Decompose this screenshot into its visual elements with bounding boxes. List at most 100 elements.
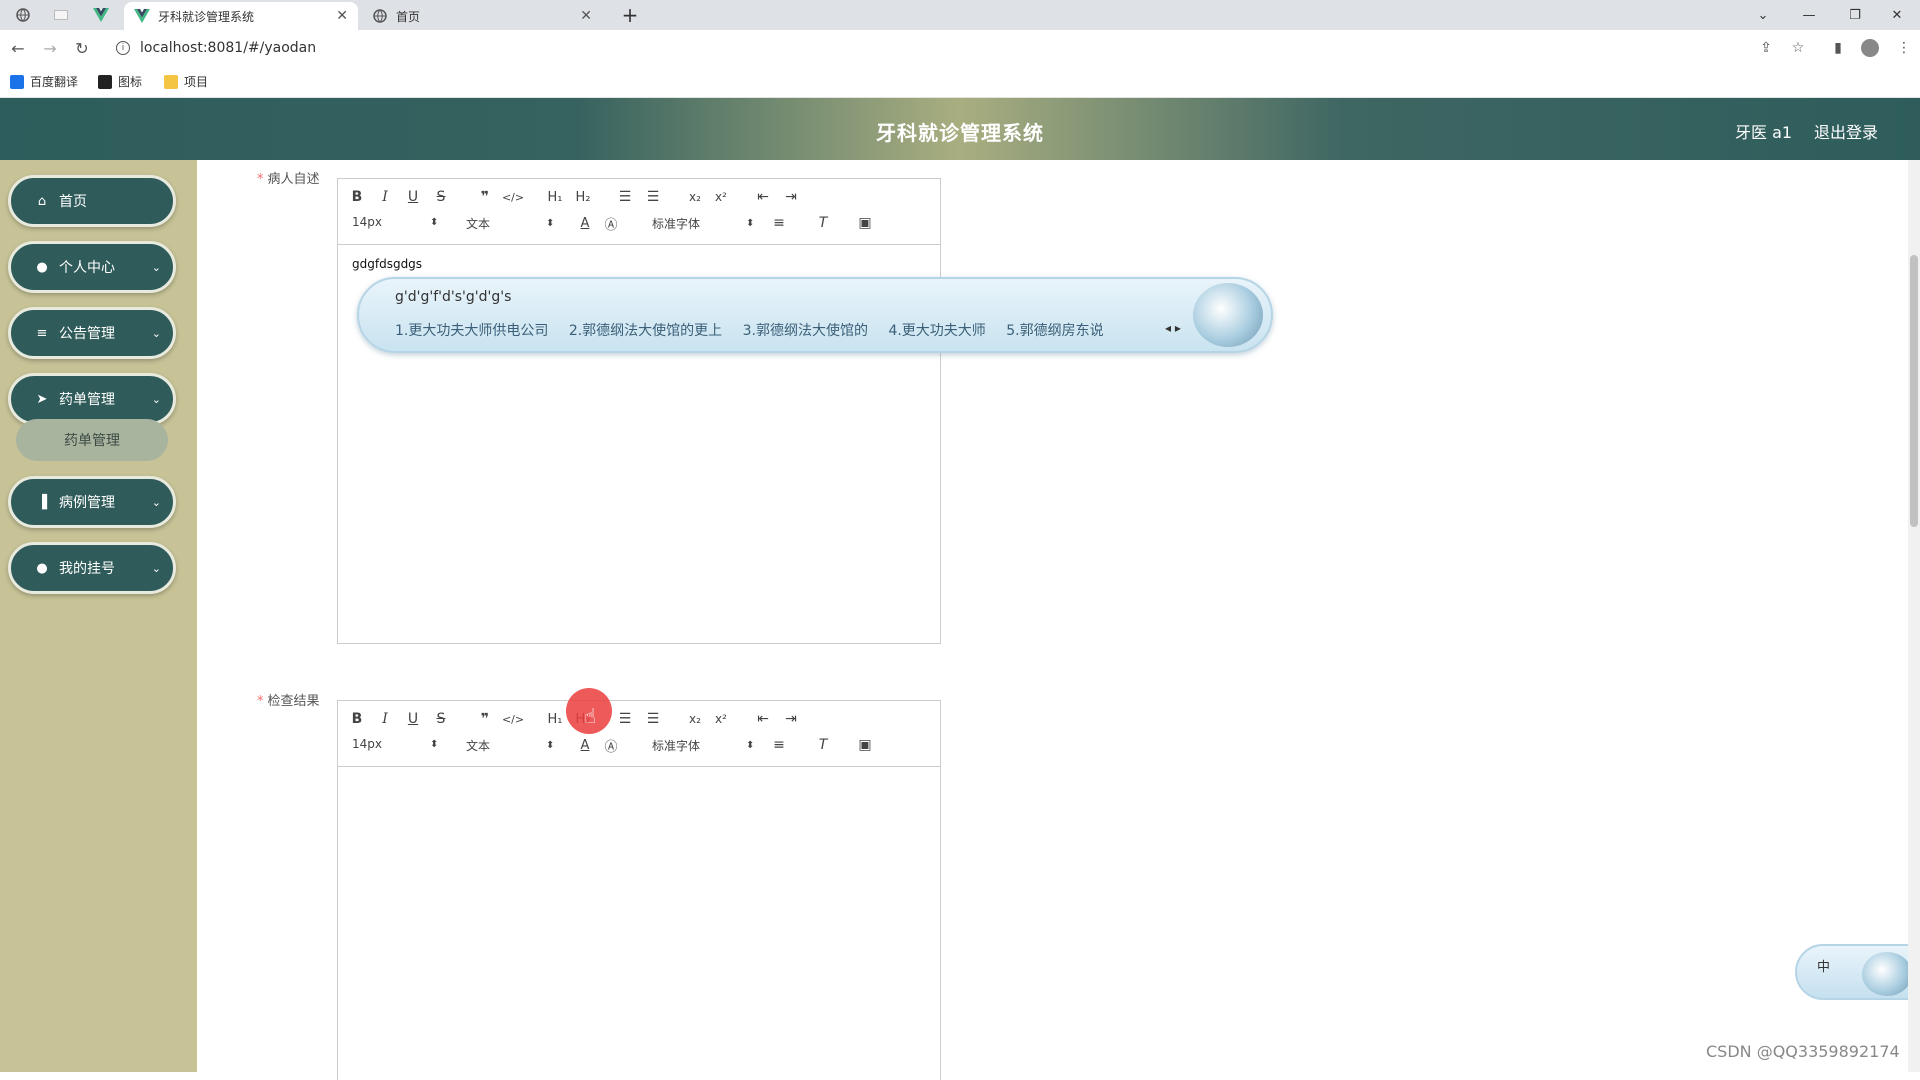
- h2-icon[interactable]: H₂: [572, 187, 594, 207]
- profile-icon[interactable]: [1860, 38, 1880, 58]
- italic-icon[interactable]: I: [374, 187, 396, 207]
- sidebar-item-prescriptions[interactable]: ➤ 药单管理 ⌄: [8, 373, 176, 425]
- text-color-icon[interactable]: A: [574, 213, 596, 233]
- scrollbar-thumb[interactable]: [1910, 255, 1918, 527]
- info-icon[interactable]: i: [116, 41, 130, 55]
- bar-chart-icon: ▐: [37, 494, 47, 510]
- tab-home[interactable]: 首页 ✕: [362, 2, 602, 30]
- font-size-select[interactable]: 14px ⬍: [352, 215, 438, 229]
- pinned-tab-globe[interactable]: [8, 0, 38, 30]
- logout-link[interactable]: 退出登录: [1814, 119, 1878, 143]
- image-icon[interactable]: ▣: [854, 735, 876, 755]
- pinned-tab-vue[interactable]: [86, 0, 116, 30]
- sidebar-item-home[interactable]: ⌂ 首页: [8, 175, 176, 227]
- sidebar-item-personal-center[interactable]: ● 个人中心 ⌄: [8, 241, 176, 293]
- sidebar-subitem-prescriptions[interactable]: 药单管理: [16, 419, 168, 461]
- sidebar-item-cases[interactable]: ▐ 病例管理 ⌄: [8, 476, 176, 528]
- ime-candidate[interactable]: 4.更大功夫大师: [888, 323, 985, 339]
- bookmark-icons[interactable]: 图标: [98, 73, 142, 90]
- ordered-list-icon[interactable]: ☰: [614, 187, 636, 207]
- send-icon: ➤: [36, 391, 48, 407]
- field-label-exam-result: * 检查结果: [257, 694, 320, 709]
- indent-icon[interactable]: ⇥: [780, 709, 802, 729]
- close-window-icon[interactable]: ✕: [1874, 0, 1920, 30]
- page-scrollbar[interactable]: [1908, 160, 1920, 1072]
- rich-text-editor-exam-result[interactable]: B I U S ❞ </> H₁ H₂ ☰ ☰ x₂ x² ⇤ ⇥ 14px⬍ …: [337, 700, 941, 1080]
- strike-icon[interactable]: S: [430, 187, 452, 207]
- menu-kebab-icon[interactable]: ⋮: [1894, 38, 1914, 58]
- minimize-icon[interactable]: —: [1786, 0, 1832, 30]
- h1-icon[interactable]: H₁: [544, 187, 566, 207]
- star-icon[interactable]: ☆: [1788, 38, 1808, 58]
- outdent-icon[interactable]: ⇤: [752, 709, 774, 729]
- ime-candidate[interactable]: 3.郭德纲法大使馆的: [743, 323, 868, 339]
- italic-icon[interactable]: I: [374, 709, 396, 729]
- sidebar-item-announcements[interactable]: ≡ 公告管理 ⌄: [8, 307, 176, 359]
- tab-title: 首页: [396, 9, 421, 24]
- outdent-icon[interactable]: ⇤: [752, 187, 774, 207]
- chevron-down-icon: ⌄: [151, 561, 161, 575]
- header-format-select[interactable]: 文本 ⬍: [466, 215, 554, 232]
- location-icon: ●: [36, 560, 48, 576]
- new-tab-button[interactable]: +: [616, 2, 644, 28]
- bookmark-project[interactable]: 项目: [164, 73, 208, 90]
- font-family-select[interactable]: 标准字体 ⬍: [652, 737, 754, 754]
- bold-icon[interactable]: B: [346, 187, 368, 207]
- image-icon[interactable]: ▣: [854, 213, 876, 233]
- ime-page-arrows-icon[interactable]: ◂ ▸: [1165, 321, 1181, 335]
- side-panel-icon[interactable]: ▮: [1828, 38, 1848, 58]
- list-icon: ≡: [36, 325, 48, 341]
- bold-icon[interactable]: B: [346, 709, 368, 729]
- ordered-list-icon[interactable]: ☰: [614, 709, 636, 729]
- editor-content[interactable]: [338, 767, 940, 791]
- underline-icon[interactable]: U: [402, 709, 424, 729]
- ime-candidate[interactable]: 2.郭德纲法大使馆的更上: [569, 323, 722, 339]
- bullet-list-icon[interactable]: ☰: [642, 709, 664, 729]
- subscript-icon[interactable]: x₂: [684, 187, 706, 207]
- underline-icon[interactable]: U: [402, 187, 424, 207]
- close-icon[interactable]: ✕: [580, 8, 592, 24]
- tab-search-chevron-icon[interactable]: ⌄: [1740, 0, 1786, 30]
- superscript-icon[interactable]: x²: [710, 187, 732, 207]
- tab-dental-system[interactable]: 牙科就诊管理系统 ✕: [124, 2, 358, 30]
- strike-icon[interactable]: S: [430, 709, 452, 729]
- reload-icon[interactable]: ↻: [70, 36, 94, 60]
- bookmark-baidu-translate[interactable]: 百度翻译: [10, 73, 78, 90]
- code-icon[interactable]: </>: [502, 709, 524, 729]
- share-icon[interactable]: ⇪: [1756, 38, 1776, 58]
- ime-status-tray[interactable]: 中: [1795, 944, 1920, 1000]
- sidebar: ⌂ 首页 ● 个人中心 ⌄ ≡ 公告管理 ⌄ ➤ 药单管理 ⌄ 药单管理 ▐ 病…: [0, 160, 197, 1072]
- ime-composition: g'd'g'f'd's'g'd'g's: [395, 289, 512, 305]
- indent-icon[interactable]: ⇥: [780, 187, 802, 207]
- font-family-select[interactable]: 标准字体 ⬍: [652, 215, 754, 232]
- field-label-patient-statement: * 病人自述: [257, 172, 320, 187]
- align-icon[interactable]: ≡: [768, 735, 790, 755]
- code-icon[interactable]: </>: [502, 187, 524, 207]
- align-icon[interactable]: ≡: [768, 213, 790, 233]
- clear-format-icon[interactable]: T: [812, 735, 834, 755]
- subscript-icon[interactable]: x₂: [684, 709, 706, 729]
- forward-arrow-icon[interactable]: →: [38, 36, 62, 60]
- restore-icon[interactable]: ❐: [1832, 0, 1878, 30]
- background-color-icon[interactable]: Ⓐ: [600, 213, 622, 233]
- clear-format-icon[interactable]: T: [812, 213, 834, 233]
- chevron-down-icon: ⌄: [151, 260, 161, 274]
- rich-text-editor-patient-statement[interactable]: B I U S ❞ </> H₁ H₂ ☰ ☰ x₂ x² ⇤ ⇥ 14px ⬍ …: [337, 178, 941, 644]
- header-format-select[interactable]: 文本 ⬍: [466, 737, 554, 754]
- font-size-select[interactable]: 14px ⬍: [352, 737, 438, 751]
- close-icon[interactable]: ✕: [336, 8, 348, 24]
- blockquote-icon[interactable]: ❞: [474, 187, 496, 207]
- pinned-tab-blank[interactable]: [46, 0, 76, 30]
- background-color-icon[interactable]: Ⓐ: [600, 735, 622, 755]
- text-color-icon[interactable]: A: [574, 735, 596, 755]
- bullet-list-icon[interactable]: ☰: [642, 187, 664, 207]
- superscript-icon[interactable]: x²: [710, 709, 732, 729]
- sidebar-item-registrations[interactable]: ● 我的挂号 ⌄: [8, 542, 176, 594]
- ime-mode-label: 中: [1817, 960, 1831, 975]
- back-arrow-icon[interactable]: ←: [6, 36, 30, 60]
- blockquote-icon[interactable]: ❞: [474, 709, 496, 729]
- url-field[interactable]: i localhost:8081/#/yaodan: [106, 35, 1756, 61]
- ime-candidate[interactable]: 5.郭德纲房东说: [1006, 323, 1103, 339]
- h1-icon[interactable]: H₁: [544, 709, 566, 729]
- ime-candidate[interactable]: 1.更大功夫大师供电公司: [395, 323, 548, 339]
